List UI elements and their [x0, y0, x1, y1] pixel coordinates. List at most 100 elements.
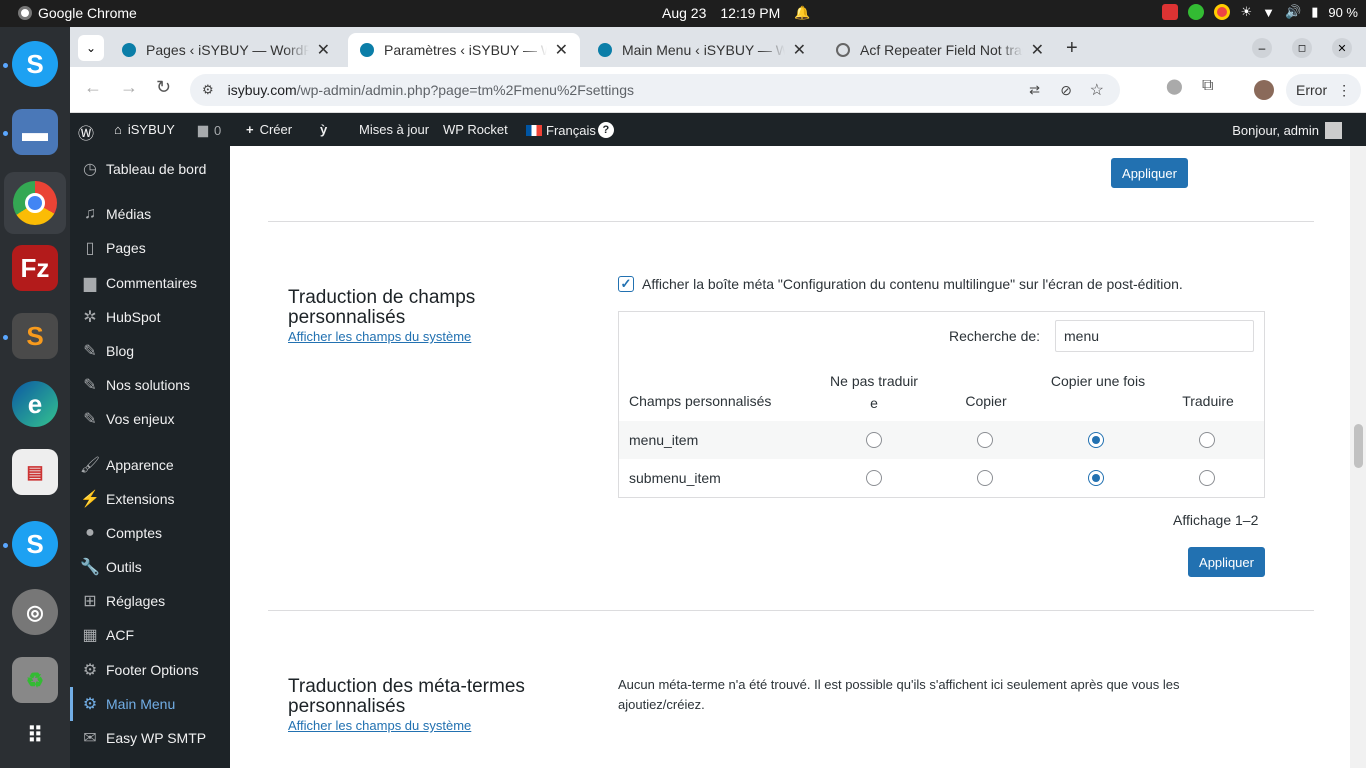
bookmark-star-icon[interactable]: ☆ — [1090, 80, 1104, 100]
radio-copy[interactable] — [977, 432, 993, 448]
search-input[interactable] — [1055, 320, 1254, 352]
reload-icon[interactable]: ↻ — [156, 77, 171, 98]
brightness-icon[interactable]: ☀ — [1240, 4, 1252, 20]
system-tray[interactable]: ☀ ▼ 🔊 ▮ 90 % — [1162, 4, 1358, 20]
tab-pages[interactable]: Pages ‹ iSYBUY — WordPress ✕ — [110, 33, 342, 67]
tab-acf-repeater[interactable]: Acf Repeater Field Not translated ✕ — [824, 33, 1056, 67]
sidebar-item-apparence[interactable]: 🖌 Apparence — [70, 448, 230, 482]
pin-icon: ✎ — [83, 377, 97, 394]
location-pin-icon[interactable]: ⬤ — [1166, 77, 1183, 95]
window-close-icon[interactable]: ✕ — [1332, 38, 1352, 58]
sidebar-item-outils[interactable]: 🔧 Outils — [70, 550, 230, 584]
comments-icon: ▆ — [83, 275, 97, 292]
sidebar-item-commentaires[interactable]: ▆ Commentaires — [70, 266, 230, 300]
battery-icon[interactable]: ▮ — [1311, 4, 1318, 20]
sidebar-item-easy-wp-smtp[interactable]: ✉ Easy WP SMTP — [70, 721, 230, 755]
profile-avatar[interactable] — [1254, 80, 1274, 100]
comments-link[interactable]: ▆ 0 — [198, 122, 221, 138]
radio-translate[interactable] — [1199, 432, 1215, 448]
document-viewer-icon[interactable]: ▤ — [12, 449, 58, 495]
site-info-icon[interactable]: ⚙ — [202, 82, 214, 98]
close-icon[interactable]: ✕ — [793, 40, 806, 60]
sublime-icon[interactable]: S — [12, 313, 58, 359]
filezilla-icon[interactable]: Fz — [12, 245, 58, 291]
radio-do-not-translate[interactable] — [866, 432, 882, 448]
scrollbar-thumb[interactable] — [1354, 424, 1363, 468]
skype-secondary-icon[interactable]: S — [12, 521, 58, 567]
updates-link[interactable]: Mises à jour — [359, 122, 429, 137]
tab-main-menu[interactable]: Main Menu ‹ iSYBUY — WordPress ✕ — [586, 33, 818, 67]
apply-label: Appliquer — [1122, 165, 1177, 181]
skype-icon[interactable]: S — [12, 41, 58, 87]
maximize-icon[interactable]: ◻ — [1292, 38, 1312, 58]
close-icon[interactable]: ✕ — [1031, 40, 1044, 60]
admin-avatar — [1325, 122, 1342, 139]
files-icon[interactable]: ▬ — [12, 109, 58, 155]
sidebar-item-extensions[interactable]: ⚡ Extensions — [70, 482, 230, 516]
sidebar-item-blog[interactable]: ✎ Blog — [70, 334, 230, 368]
wordpress-logo-icon[interactable]: Ⓦ — [78, 120, 94, 144]
sidebar-item-main-menu[interactable]: ⚙ Main Menu — [70, 687, 230, 721]
new-tab-plus-icon[interactable]: + — [1066, 37, 1078, 60]
close-icon[interactable]: ✕ — [555, 40, 568, 60]
show-system-fields-link[interactable]: Afficher les champs du système — [288, 718, 471, 733]
address-bar[interactable]: ⚙ isybuy.com /wp-admin/admin.php?page=tm… — [190, 74, 1120, 106]
wordpress-favicon-icon — [598, 43, 612, 57]
profile-error-button[interactable]: Error ⋮ — [1286, 74, 1362, 106]
yoast-icon[interactable]: ỳ — [320, 122, 327, 137]
sidebar-item-pages[interactable]: ▯ Pages — [70, 231, 230, 265]
sidebar-item-nos-solutions[interactable]: ✎ Nos solutions — [70, 368, 230, 402]
meta-box-checkbox[interactable]: ✓ — [618, 276, 634, 292]
translate-icon[interactable]: ⇄ — [1029, 82, 1040, 98]
extensions-puzzle-icon[interactable]: ⧉ — [1202, 77, 1213, 95]
tray-app-red-icon[interactable] — [1162, 4, 1179, 20]
apply-button[interactable]: Appliquer — [1188, 547, 1265, 577]
gear-icon: ⚙ — [82, 662, 98, 679]
sidebar-item-label: Médias — [106, 206, 152, 222]
new-content-link[interactable]: + Créer — [246, 122, 292, 137]
clock[interactable]: Aug 23 12:19 PM 🔔 — [662, 5, 811, 21]
tab-search-button[interactable]: ⌄ — [78, 35, 104, 61]
show-system-fields-link[interactable]: Afficher les champs du système — [288, 329, 471, 344]
back-arrow-icon[interactable]: ← — [84, 77, 102, 98]
radio-do-not-translate[interactable] — [866, 470, 882, 486]
hubspot-icon: ✲ — [83, 309, 97, 326]
language-switcher[interactable]: Français ? — [526, 122, 614, 138]
sidebar-item-label: Réglages — [106, 593, 166, 609]
pin-icon: ✎ — [83, 411, 97, 428]
trash-icon[interactable]: ♻ — [12, 657, 58, 703]
sidebar-item-vos-enjeux[interactable]: ✎ Vos enjeux — [70, 402, 230, 436]
active-app-indicator[interactable]: Google Chrome — [18, 5, 137, 21]
eye-slash-icon[interactable]: ⊘ — [1060, 82, 1072, 99]
sidebar-item-acf[interactable]: ▦ ACF — [70, 618, 230, 652]
comments-count: 0 — [214, 122, 222, 138]
sidebar-item-comptes[interactable]: ● Comptes — [70, 516, 230, 550]
radio-copy-once[interactable] — [1088, 432, 1104, 448]
tab-parametres[interactable]: Paramètres ‹ iSYBUY — WordPress ✕ — [348, 33, 580, 67]
sidebar-item-tableau-de-bord[interactable]: ◷ Tableau de bord — [70, 152, 230, 186]
apply-button-top[interactable]: Appliquer — [1111, 158, 1188, 188]
sidebar-item-label: Commentaires — [106, 275, 198, 291]
bell-icon: 🔔 — [794, 5, 811, 20]
radio-translate[interactable] — [1199, 470, 1215, 486]
wifi-icon[interactable]: ▼ — [1262, 5, 1275, 20]
wp-rocket-link[interactable]: WP Rocket — [443, 122, 508, 137]
radio-copy-once[interactable] — [1088, 470, 1104, 486]
forward-arrow-icon[interactable]: → — [120, 77, 138, 98]
edge-icon[interactable]: e — [12, 381, 58, 427]
app-grid-icon[interactable]: ⠿ — [12, 713, 58, 759]
sidebar-item-hubspot[interactable]: ✲ HubSpot — [70, 300, 230, 334]
volume-icon[interactable]: 🔊 — [1285, 4, 1301, 20]
tray-chrome-icon[interactable] — [1214, 4, 1231, 20]
sidebar-item-footer-options[interactable]: ⚙ Footer Options — [70, 653, 230, 687]
site-name-link[interactable]: ⌂ iSYBUY — [114, 122, 175, 137]
tray-app-green-icon[interactable] — [1188, 4, 1205, 20]
chrome-dock-button[interactable] — [4, 172, 66, 234]
close-icon[interactable]: ✕ — [317, 40, 330, 60]
sidebar-item-reglages[interactable]: ⊞ Réglages — [70, 584, 230, 618]
minimize-icon[interactable]: – — [1252, 38, 1272, 58]
sidebar-item-medias[interactable]: ♫ Médias — [70, 197, 230, 231]
my-account-link[interactable]: Bonjour, admin — [1232, 122, 1342, 139]
radio-copy[interactable] — [977, 470, 993, 486]
disc-icon[interactable]: ◎ — [12, 589, 58, 635]
